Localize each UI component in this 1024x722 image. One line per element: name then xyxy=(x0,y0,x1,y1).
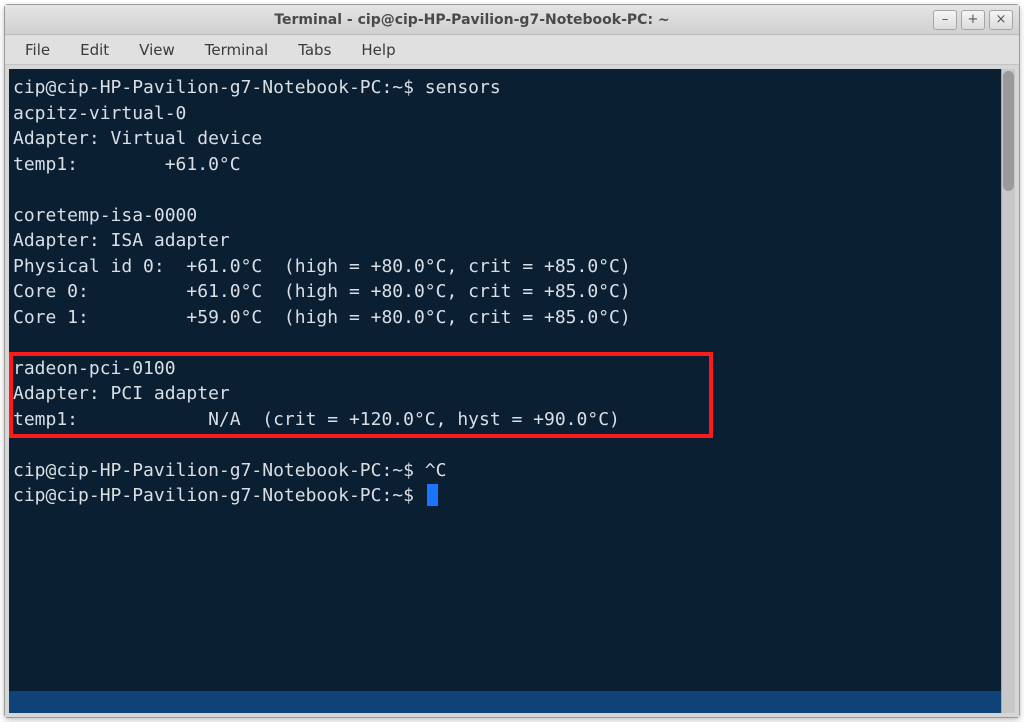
terminal-line xyxy=(13,177,997,203)
menu-file[interactable]: File xyxy=(11,37,64,63)
scrollbar[interactable] xyxy=(1001,69,1015,713)
terminal-line: Adapter: ISA adapter xyxy=(13,228,997,254)
terminal-line xyxy=(13,432,997,458)
terminal-window: Terminal - cip@cip-HP-Pavilion-g7-Notebo… xyxy=(4,4,1020,718)
terminal-line: Physical id 0: +61.0°C (high = +80.0°C, … xyxy=(13,254,997,280)
menu-help[interactable]: Help xyxy=(347,37,409,63)
terminal-output[interactable]: cip@cip-HP-Pavilion-g7-Notebook-PC:~$ se… xyxy=(9,69,1001,713)
terminal-line: Adapter: Virtual device xyxy=(13,126,997,152)
window-title: Terminal - cip@cip-HP-Pavilion-g7-Notebo… xyxy=(11,12,933,28)
menu-tabs[interactable]: Tabs xyxy=(284,37,345,63)
minimize-button[interactable]: – xyxy=(933,10,957,30)
menu-view[interactable]: View xyxy=(125,37,189,63)
terminal-line: Core 1: +59.0°C (high = +80.0°C, crit = … xyxy=(13,305,997,331)
terminal-line xyxy=(13,330,997,356)
terminal-cursor xyxy=(427,484,438,506)
maximize-button[interactable]: + xyxy=(961,10,985,30)
terminal-line: temp1: +61.0°C xyxy=(13,152,997,178)
terminal-line: Adapter: PCI adapter xyxy=(13,381,997,407)
terminal-line: radeon-pci-0100 xyxy=(13,356,997,382)
terminal-line: Core 0: +61.0°C (high = +80.0°C, crit = … xyxy=(13,279,997,305)
terminal-line: cip@cip-HP-Pavilion-g7-Notebook-PC:~$ se… xyxy=(13,75,997,101)
titlebar[interactable]: Terminal - cip@cip-HP-Pavilion-g7-Notebo… xyxy=(5,5,1019,35)
terminal-line: coretemp-isa-0000 xyxy=(13,203,997,229)
menubar: File Edit View Terminal Tabs Help xyxy=(5,35,1019,65)
terminal-line: cip@cip-HP-Pavilion-g7-Notebook-PC:~$ ^C xyxy=(13,458,997,484)
terminal-line: acpitz-virtual-0 xyxy=(13,101,997,127)
window-controls: – + × xyxy=(933,10,1013,30)
terminal-container: cip@cip-HP-Pavilion-g7-Notebook-PC:~$ se… xyxy=(5,65,1019,717)
terminal-bottom-strip xyxy=(9,691,1001,713)
scrollbar-thumb[interactable] xyxy=(1003,71,1014,191)
terminal-line: temp1: N/A (crit = +120.0°C, hyst = +90.… xyxy=(13,407,997,433)
close-button[interactable]: × xyxy=(989,10,1013,30)
menu-terminal[interactable]: Terminal xyxy=(191,37,282,63)
menu-edit[interactable]: Edit xyxy=(66,37,123,63)
terminal-line: cip@cip-HP-Pavilion-g7-Notebook-PC:~$ xyxy=(13,483,997,509)
